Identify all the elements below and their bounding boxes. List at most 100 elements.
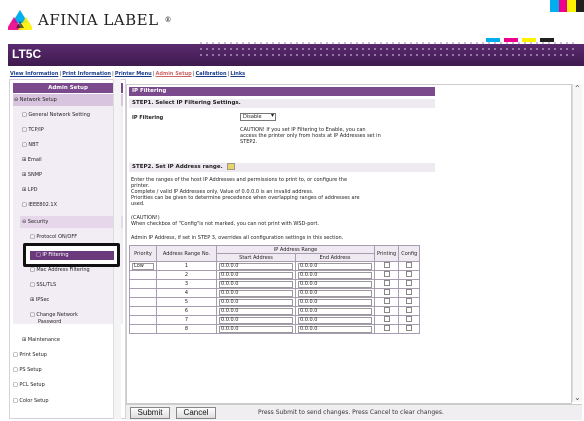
scroll-down-icon[interactable]: ⌄ [574, 393, 581, 402]
end-address-input[interactable]: 0.0.0.0 [298, 307, 372, 315]
start-address-input[interactable]: 0.0.0.0 [219, 325, 293, 333]
end-address-input[interactable]: 0.0.0.0 [298, 316, 372, 324]
sidebar-item-ipsec[interactable]: ⊞ IPSec [30, 297, 49, 303]
table-row: 6 0.0.0.0 0.0.0.0 [129, 306, 421, 316]
table-row: 2 0.0.0.0 0.0.0.0 [129, 270, 421, 280]
end-address-input[interactable]: 0.0.0.0 [298, 271, 372, 279]
step2-heading: STEP2. Set IP Address range. [129, 163, 435, 172]
sidebar-item-lpd[interactable]: ⊞ LPD [22, 187, 37, 193]
printing-checkbox[interactable] [383, 262, 390, 268]
sidebar-item-ip-filtering[interactable]: □ IP Filtering [30, 251, 114, 260]
sidebar-item-ip-filtering-highlight[interactable]: □ IP Filtering [23, 243, 120, 267]
start-address-input[interactable]: 0.0.0.0 [219, 307, 293, 315]
printing-checkbox[interactable] [383, 325, 390, 331]
main-scrollbar[interactable]: ⌃ ⌄ [572, 84, 582, 402]
nav-admin-setup[interactable]: Admin Setup [156, 71, 192, 77]
sidebar-item-snmp[interactable]: ⊞ SNMP [22, 172, 42, 178]
config-checkbox[interactable] [406, 271, 413, 277]
sidebar-item-ieee8021x[interactable]: □ IEEE802.1X [22, 202, 57, 208]
desc-line-1: Enter the ranges of the host IP Addresse… [131, 177, 348, 183]
table-row: 7 0.0.0.0 0.0.0.0 [129, 315, 421, 325]
ip-filtering-label: IP Filtering [132, 115, 164, 121]
table-row: 8 0.0.0.0 0.0.0.0 [129, 324, 421, 334]
start-address-input[interactable]: 0.0.0.0 [219, 289, 293, 297]
col-priority: Priority [129, 245, 157, 262]
brand-logo: AFINIA LABEL ® [8, 6, 172, 34]
sidebar-item-security[interactable]: ⊖ Security [22, 219, 48, 225]
config-checkbox[interactable] [406, 307, 413, 313]
nav-view-information[interactable]: View Information [10, 71, 58, 77]
sidebar-item-ps-setup[interactable]: □ PS Setup [13, 367, 42, 373]
desc-line-4: Priorities can be given to determine pre… [131, 195, 360, 201]
sidebar-header: Admin Setup [13, 83, 123, 93]
col-printing: Printing [373, 245, 400, 262]
caution-body: When checkbox of "Config"is not marked, … [131, 221, 320, 227]
start-address-input[interactable]: 0.0.0.0 [219, 280, 293, 288]
table-row: Low 1 0.0.0.0 0.0.0.0 [129, 261, 421, 271]
nav-print-information[interactable]: Print Information [62, 71, 111, 77]
sidebar-item-pcl-setup[interactable]: □ PCL Setup [13, 382, 45, 388]
start-address-input[interactable]: 0.0.0.0 [219, 316, 293, 324]
config-checkbox[interactable] [406, 280, 413, 286]
sidebar-item-password-line: Password [38, 319, 62, 325]
banner-stripes [486, 38, 554, 42]
end-address-input[interactable]: 0.0.0.0 [298, 262, 372, 270]
sidebar-item-print-setup[interactable]: □ Print Setup [13, 352, 47, 358]
sidebar-item-protocol-onoff[interactable]: □ Protocol ON/OFF [30, 234, 77, 240]
config-checkbox[interactable] [406, 289, 413, 295]
sidebar-item-color-setup[interactable]: □ Color Setup [13, 398, 49, 404]
action-bar: Submit Cancel Press Submit to send chang… [126, 404, 582, 420]
step1-heading: STEP1. Select IP Filtering Settings. [129, 99, 435, 108]
config-checkbox[interactable] [406, 325, 413, 331]
sidebar-item-ssltls[interactable]: □ SSL/TLS [30, 282, 56, 288]
col-start-address: Start Address [216, 253, 296, 262]
sidebar-item-change-network-password[interactable]: □ Change Network [30, 312, 78, 318]
start-address-input[interactable]: 0.0.0.0 [219, 298, 293, 306]
sidebar-item-email[interactable]: ⊞ Email [22, 157, 42, 163]
sidebar-item-maintenance[interactable]: ⊞ Maintenance [22, 337, 60, 343]
sidebar-item-tcpip[interactable]: □ TCP/IP [22, 127, 44, 133]
main-panel: IP Filtering STEP1. Select IP Filtering … [126, 84, 572, 404]
sidebar-item-nbt[interactable]: □ NBT [22, 142, 39, 148]
sidebar-item-mac-filtering[interactable]: □ Mac Address Filtering [30, 267, 90, 273]
end-address-input[interactable]: 0.0.0.0 [298, 325, 372, 333]
col-ip-range: IP Address Range [216, 245, 375, 254]
cancel-button[interactable]: Cancel [176, 407, 216, 419]
end-address-input[interactable]: 0.0.0.0 [298, 298, 372, 306]
sidebar-item-network-setup[interactable]: ⊖ Network Setup [14, 97, 57, 103]
ip-range-table: Priority Address Range No. IP Address Ra… [129, 245, 421, 334]
caution-line-2: access the printer only from hosts at IP… [240, 133, 381, 139]
end-address-input[interactable]: 0.0.0.0 [298, 289, 372, 297]
ip-filtering-select[interactable]: Disable [240, 113, 276, 121]
printing-checkbox[interactable] [383, 307, 390, 313]
nav-printer-menu[interactable]: Printer Menu [115, 71, 152, 77]
nav-links[interactable]: Links [230, 71, 245, 77]
scroll-up-icon[interactable]: ⌃ [574, 84, 581, 93]
printing-checkbox[interactable] [383, 298, 390, 304]
admin-ip-note: Admin IP Address, if set in STEP 3, over… [131, 235, 344, 241]
printing-checkbox[interactable] [383, 271, 390, 277]
banner: LT5C [8, 38, 584, 68]
sidebar-item-general-network[interactable]: □ General Network Setting [22, 112, 90, 118]
col-end-address: End Address [295, 253, 375, 262]
start-address-input[interactable]: 0.0.0.0 [219, 262, 293, 270]
printing-checkbox[interactable] [383, 280, 390, 286]
config-checkbox[interactable] [406, 298, 413, 304]
printing-checkbox[interactable] [383, 289, 390, 295]
desc-line-5: used. [131, 201, 145, 207]
priority-field[interactable]: Low [132, 262, 154, 270]
footer-message: Press Submit to send changes. Press Canc… [258, 409, 444, 416]
afinia-logo-icon [8, 10, 32, 30]
brand-name: AFINIA LABEL [38, 11, 159, 29]
start-address-input[interactable]: 0.0.0.0 [219, 271, 293, 279]
printing-checkbox[interactable] [383, 316, 390, 322]
brand-registered: ® [164, 16, 173, 24]
end-address-input[interactable]: 0.0.0.0 [298, 280, 372, 288]
submit-button[interactable]: Submit [130, 407, 170, 419]
table-row: 4 0.0.0.0 0.0.0.0 [129, 288, 421, 298]
nav-calibration[interactable]: Calibration [196, 71, 227, 77]
color-swatch [550, 0, 584, 12]
config-checkbox[interactable] [406, 262, 413, 268]
config-checkbox[interactable] [406, 316, 413, 322]
edit-note-icon [226, 163, 235, 170]
